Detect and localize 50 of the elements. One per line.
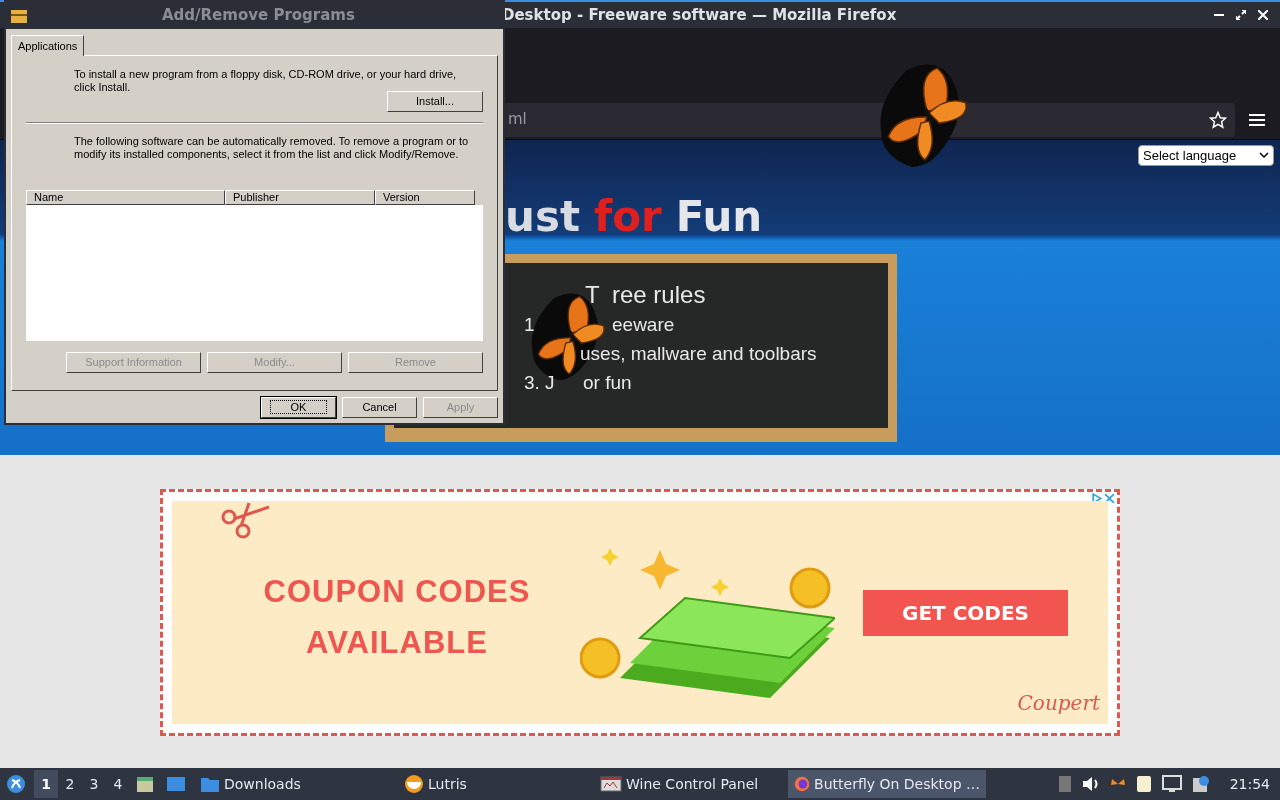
chalkboard-text: ree rules [612, 283, 706, 307]
desktop-icon[interactable] [166, 775, 186, 793]
file-manager-icon[interactable] [136, 775, 154, 793]
program-list[interactable]: Name Publisher Version [26, 190, 483, 341]
chalkboard-text: T [585, 283, 600, 307]
install-button[interactable]: Install... [387, 91, 483, 112]
chalkboard-text: 3. J [524, 373, 555, 392]
chevron-icon [1259, 152, 1269, 159]
brand-logo: Coupert [1017, 690, 1100, 717]
start-menu-icon[interactable] [6, 774, 26, 794]
chalkboard-text: eeware [612, 315, 675, 334]
taskbar-button[interactable]: Downloads [194, 770, 392, 798]
chalkboard-text: 1 [524, 315, 535, 334]
remove-instructions: The following software can be automatically removed. To remove a program or to modify its installed components, select it from the list and click Modify/Remove. [74, 135, 470, 161]
firefox-icon [794, 774, 811, 794]
workspace-button[interactable]: 2 [58, 770, 82, 798]
heading-word: Fun [675, 196, 763, 238]
ad-headline: AVAILABLE [306, 626, 488, 658]
language-select[interactable]: Select language [1138, 145, 1274, 166]
column-header[interactable]: Version [375, 190, 475, 205]
heading-word: ust [505, 196, 580, 238]
notes-icon[interactable] [1135, 775, 1152, 793]
clock: 21:54 [1229, 774, 1270, 794]
control-panel-icon [600, 775, 622, 793]
package-icon [10, 7, 28, 24]
scissors-icon [219, 501, 271, 539]
dialog-button[interactable]: OK [261, 397, 336, 418]
install-instructions: To install a new program from a floppy disk, CD-ROM drive, or your hard drive, click Install. [74, 68, 458, 94]
workspace-button[interactable]: 1 [34, 770, 58, 798]
column-header[interactable]: Publisher [225, 190, 375, 205]
heading-word: for [594, 196, 662, 238]
maximize-icon[interactable] [1236, 10, 1246, 20]
volume-icon[interactable] [1081, 776, 1100, 792]
workspace-button[interactable]: 3 [82, 770, 106, 798]
tab[interactable]: Applications [11, 35, 85, 56]
dialog-button[interactable]: Cancel [342, 397, 417, 418]
folder-icon [200, 775, 220, 793]
menu-icon[interactable] [1249, 112, 1265, 127]
taskbar-button[interactable]: Wine Control Panel [590, 770, 788, 798]
column-header[interactable]: Name [26, 190, 225, 205]
taskbar-button[interactable]: Lutris [392, 770, 590, 798]
ad-headline: COUPON CODES [263, 575, 531, 607]
chalkboard-text: uses, mallware and toolbars [580, 344, 817, 363]
adchoices-icon[interactable] [1091, 493, 1102, 504]
lutris-icon [404, 774, 424, 794]
dialog-title: Add/Remove Programs [162, 5, 355, 27]
taskbar-button[interactable]: Butterfly On Desktop … [788, 770, 986, 798]
star-icon[interactable] [1209, 110, 1227, 129]
chalkboard-text: or fun [583, 373, 632, 392]
workspace-button[interactable]: 4 [106, 770, 130, 798]
